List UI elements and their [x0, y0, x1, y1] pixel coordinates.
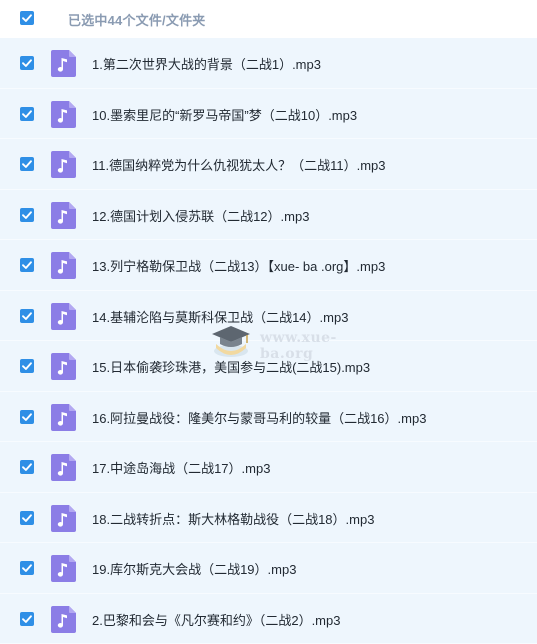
file-checkbox[interactable] [20, 611, 34, 626]
checkmark-icon [22, 614, 32, 623]
select-all-checkbox[interactable] [20, 11, 34, 25]
file-checkbox[interactable] [20, 359, 34, 373]
file-name[interactable]: 14.基辅沦陷与莫斯科保卫战（二战14）.mp3 [92, 307, 348, 326]
file-row[interactable]: 15.日本偷袭珍珠港，美国参与二战(二战15).mp3 [0, 341, 537, 392]
file-checkbox[interactable] [20, 510, 34, 525]
file-name[interactable]: 1.第二次世界大战的背景（二战1）.mp3 [92, 54, 321, 73]
file-row[interactable]: 17.中途岛海战（二战17）.mp3 [0, 442, 537, 493]
checkmark-icon [22, 362, 32, 370]
selection-header: 已选中44个文件/文件夹 [0, 0, 537, 38]
music-file-icon [51, 100, 76, 128]
file-row[interactable]: 13.列宁格勒保卫战（二战13）【xue- ba .org】.mp3 [0, 240, 537, 291]
checkmark-icon [22, 311, 32, 320]
checkmark-icon [22, 564, 32, 572]
file-name[interactable]: 16.阿拉曼战役：隆美尔与蒙哥马利的较量（二战16）.mp3 [92, 408, 426, 427]
file-row[interactable]: 16.阿拉曼战役：隆美尔与蒙哥马利的较量（二战16）.mp3 [0, 391, 537, 442]
file-checkbox[interactable] [20, 106, 34, 121]
checkmark-icon [22, 463, 32, 471]
music-file-icon [51, 454, 76, 481]
checkmark-icon [22, 210, 32, 219]
file-row[interactable]: 11.德国纳粹党为什么仇视犹太人？（二战11）.mp3 [0, 139, 537, 190]
file-checkbox[interactable] [20, 258, 34, 272]
music-file-icon [51, 353, 76, 380]
file-name[interactable]: 13.列宁格勒保卫战（二战13）【xue- ba .org】.mp3 [92, 256, 385, 275]
file-row[interactable]: 10.墨索里尼的“新罗马帝国”梦（二战10）.mp3 [0, 88, 537, 139]
file-checkbox[interactable] [20, 460, 34, 474]
checkmark-icon [22, 412, 32, 421]
file-checkbox[interactable] [20, 56, 34, 70]
music-file-icon [51, 504, 76, 532]
music-file-icon [51, 403, 76, 431]
music-file-icon [51, 50, 76, 77]
checkmark-icon [22, 513, 32, 522]
music-file-icon [51, 302, 76, 330]
music-file-icon [51, 605, 76, 633]
file-row[interactable]: 19.库尔斯克大会战（二战19）.mp3 [0, 543, 537, 594]
selection-count-label: 已选中44个文件/文件夹 [68, 13, 206, 28]
file-row[interactable]: 18.二战转折点：斯大林格勒战役（二战18）.mp3 [0, 492, 537, 543]
file-name[interactable]: 18.二战转折点：斯大林格勒战役（二战18）.mp3 [92, 509, 374, 528]
music-file-icon [51, 555, 76, 582]
file-row[interactable]: 1.第二次世界大战的背景（二战1）.mp3 [0, 38, 537, 89]
file-row[interactable]: 2.巴黎和会与《凡尔赛和约》（二战2）.mp3 [0, 593, 537, 644]
file-checkbox[interactable] [20, 561, 34, 575]
file-name[interactable]: 19.库尔斯克大会战（二战19）.mp3 [92, 559, 296, 578]
file-row[interactable]: 12.德国计划入侵苏联（二战12）.mp3 [0, 189, 537, 240]
file-name[interactable]: 15.日本偷袭珍珠港，美国参与二战(二战15).mp3 [92, 357, 370, 376]
checkmark-icon [22, 14, 32, 22]
file-name[interactable]: 12.德国计划入侵苏联（二战12）.mp3 [92, 206, 309, 225]
music-file-icon [51, 201, 76, 229]
music-file-icon [51, 151, 76, 178]
file-name[interactable]: 10.墨索里尼的“新罗马帝国”梦（二战10）.mp3 [92, 105, 357, 124]
file-list: 1.第二次世界大战的背景（二战1）.mp3 10.墨索里尼的“新罗马帝国”梦（二战… [0, 38, 537, 644]
file-checkbox[interactable] [20, 308, 34, 323]
file-row[interactable]: 14.基辅沦陷与莫斯科保卫战（二战14）.mp3 [0, 290, 537, 341]
checkmark-icon [22, 109, 32, 118]
file-name[interactable]: 2.巴黎和会与《凡尔赛和约》（二战2）.mp3 [92, 610, 340, 629]
file-checkbox[interactable] [20, 157, 34, 171]
file-name[interactable]: 17.中途岛海战（二战17）.mp3 [92, 458, 270, 477]
checkmark-icon [22, 59, 32, 67]
file-checkbox[interactable] [20, 207, 34, 222]
checkmark-icon [22, 261, 32, 269]
file-name[interactable]: 11.德国纳粹党为什么仇视犹太人？（二战11）.mp3 [92, 155, 386, 174]
music-file-icon [51, 252, 76, 279]
checkmark-icon [22, 160, 32, 168]
file-checkbox[interactable] [20, 409, 34, 424]
